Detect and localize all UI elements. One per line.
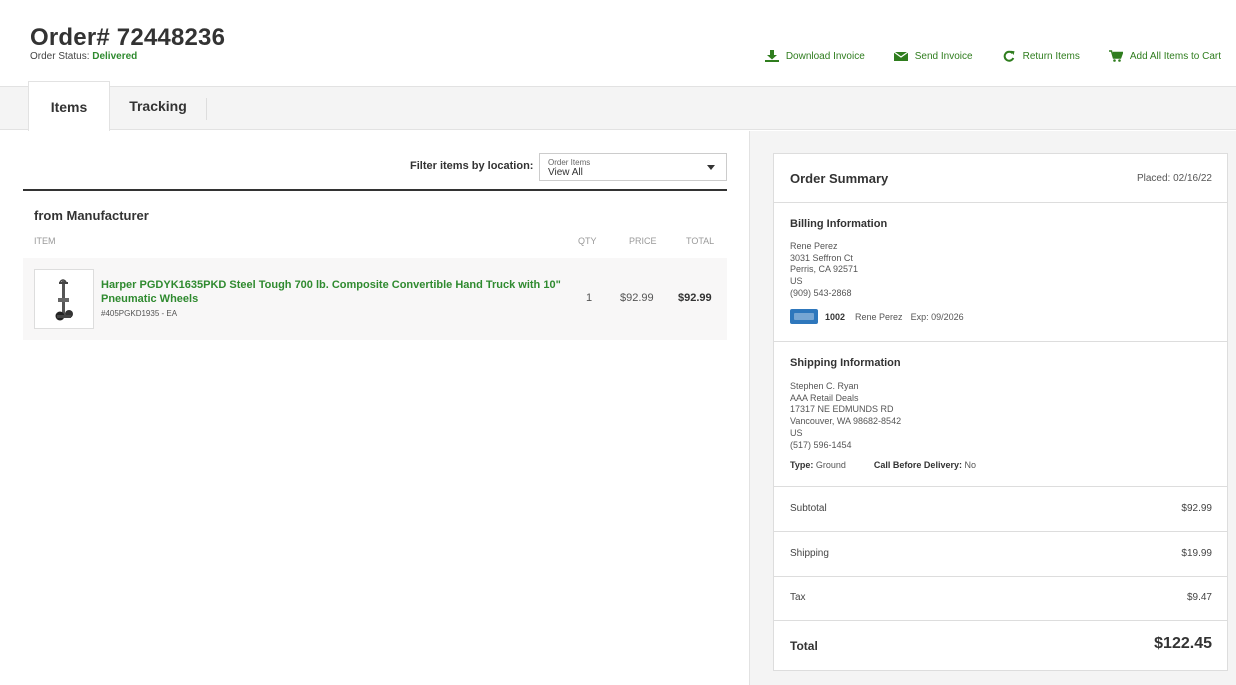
billing-line: Perris, CA 92571 [790, 264, 859, 275]
column-header-item: ITEM [34, 236, 56, 246]
cart-icon [1108, 50, 1123, 62]
send-invoice-label: Send Invoice [914, 50, 973, 62]
shipping-section: Shipping Information Stephen C. Ryan AAA… [774, 342, 1227, 487]
billing-line: US [790, 276, 803, 287]
summary-title: Order Summary [790, 171, 889, 186]
total-row: Total $122.45 [774, 621, 1227, 671]
payment-card: 1002 Rene Perez Exp: 09/2026 [790, 309, 964, 324]
shipping-line: US [790, 427, 803, 438]
item-qty: 1 [586, 292, 593, 304]
shipping-line: (517) 596-1454 [790, 439, 852, 450]
order-status-label: Order Status: [30, 51, 90, 62]
shipping-line: Stephen C. Ryan [790, 381, 859, 391]
billing-title: Billing Information [790, 218, 888, 230]
chevron-down-icon [707, 165, 715, 170]
subtotal-row: Subtotal $92.99 [774, 487, 1227, 532]
billing-section: Billing Information Rene Perez 3031 Seff… [774, 203, 1227, 342]
shipping-cost-amount: $19.99 [1181, 548, 1212, 559]
column-header-qty: QTY [578, 236, 597, 246]
tax-row: Tax $9.47 [774, 576, 1227, 621]
refresh-icon [1002, 50, 1016, 62]
send-invoice-button[interactable]: Send Invoice [893, 50, 973, 62]
filter-select-caption: Order Items [548, 158, 591, 167]
shipping-cost-label: Shipping [790, 548, 829, 559]
total-amount: $122.45 [1154, 635, 1212, 652]
table-row: Harper PGDYK1635PKD Steel Tough 700 lb. … [23, 258, 727, 340]
card-holder: Rene Perez [855, 311, 903, 322]
filter-select-value: View All [548, 167, 583, 178]
ship-type-label: Type: [790, 460, 814, 470]
placed-date: Placed: 02/16/22 [1136, 173, 1212, 184]
card-last4: 1002 [825, 311, 846, 322]
subtotal-label: Subtotal [790, 503, 827, 514]
card-expiry: Exp: 09/2026 [910, 311, 964, 322]
order-status-value: Delivered [92, 51, 138, 62]
download-invoice-label: Download Invoice [785, 50, 865, 62]
shipping-row: Shipping $19.99 [774, 532, 1227, 577]
envelope-icon [893, 50, 908, 62]
summary-header: Order Summary Placed: 02/16/22 [774, 154, 1227, 203]
column-header-price: PRICE [629, 236, 657, 246]
billing-line: (909) 543-2868 [790, 287, 852, 298]
tab-items[interactable]: Items [28, 81, 110, 131]
product-link[interactable]: Harper PGDYK1635PKD Steel Tough 700 lb. … [101, 278, 561, 306]
tax-amount: $9.47 [1186, 592, 1212, 603]
item-total: $92.99 [678, 292, 712, 304]
item-price: $92.99 [620, 292, 654, 304]
product-image[interactable] [34, 269, 94, 329]
order-actions: Download Invoice Send Invoice Return Ite… [736, 50, 1221, 62]
section-divider [23, 189, 727, 191]
summary-pane: Order Summary Placed: 02/16/22 Billing I… [749, 131, 1236, 685]
tab-bar: Items Tracking [0, 81, 1236, 131]
group-title: from Manufacturer [34, 208, 149, 223]
total-label: Total [790, 639, 818, 653]
shipping-title: Shipping Information [790, 357, 901, 369]
items-panel: Filter items by location: Order Items Vi… [0, 131, 749, 685]
download-invoice-button[interactable]: Download Invoice [764, 50, 865, 62]
download-icon [764, 50, 779, 62]
return-items-button[interactable]: Return Items [1002, 50, 1080, 62]
shipping-meta: Type: Ground Call Before Delivery: No [790, 460, 976, 470]
filter-label: Filter items by location: [410, 160, 534, 172]
call-before-value: No [964, 460, 976, 470]
billing-address: Rene Perez 3031 Seffron Ct Perris, CA 92… [790, 241, 858, 300]
amex-card-icon [790, 309, 818, 324]
order-summary-card: Order Summary Placed: 02/16/22 Billing I… [773, 153, 1228, 671]
shipping-address: Stephen C. Ryan AAA Retail Deals 17317 N… [790, 381, 901, 451]
tab-divider [206, 98, 207, 120]
subtotal-amount: $92.99 [1181, 503, 1212, 514]
shipping-line: Vancouver, WA 98682-8542 [790, 416, 902, 427]
column-header-total: TOTAL [686, 236, 715, 246]
add-all-to-cart-button[interactable]: Add All Items to Cart [1108, 50, 1221, 62]
order-header: Order# 72448236 Order Status: Delivered … [0, 0, 1236, 86]
shipping-line: 17317 NE EDMUNDS RD [790, 404, 894, 415]
add-all-to-cart-label: Add All Items to Cart [1129, 50, 1221, 62]
billing-line: 3031 Seffron Ct [790, 252, 853, 263]
billing-line: Rene Perez [790, 241, 838, 251]
shipping-line: AAA Retail Deals [790, 392, 859, 403]
location-filter-select[interactable]: Order Items View All [539, 153, 727, 181]
order-title: Order# 72448236 [30, 24, 226, 51]
tab-tracking[interactable]: Tracking [110, 82, 206, 130]
call-before-label: Call Before Delivery: [873, 460, 962, 470]
order-status: Order Status: Delivered [30, 51, 137, 62]
ship-type-value: Ground [815, 460, 846, 470]
return-items-label: Return Items [1022, 50, 1080, 62]
tax-label: Tax [790, 592, 806, 603]
product-sku: #405PGKD1935 - EA [101, 309, 178, 318]
